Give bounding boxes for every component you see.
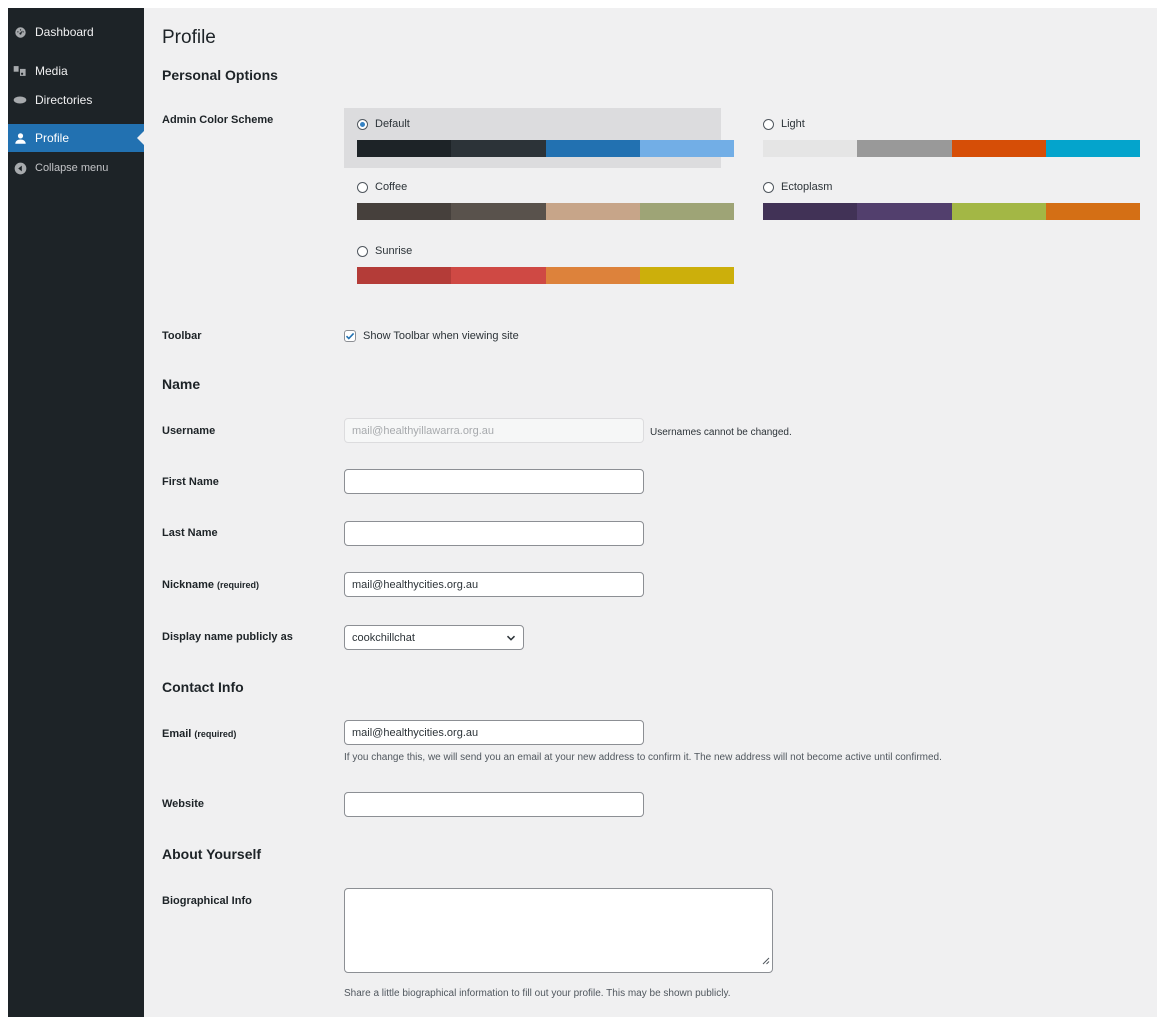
dashboard-icon bbox=[13, 25, 27, 39]
swatch bbox=[951, 140, 1046, 157]
color-swatches bbox=[357, 140, 734, 157]
swatch bbox=[357, 203, 452, 220]
email-note: If you change this, we will send you an … bbox=[344, 752, 942, 763]
username-note: Usernames cannot be changed. bbox=[650, 427, 792, 438]
collapse-menu-button[interactable]: Collapse menu bbox=[8, 154, 144, 182]
scheme-name: Coffee bbox=[375, 181, 408, 193]
scheme-name: Light bbox=[781, 118, 805, 130]
swatch bbox=[639, 267, 734, 284]
swatch bbox=[357, 267, 452, 284]
swatch bbox=[857, 140, 952, 157]
sidebar-item-label: Media bbox=[35, 64, 68, 78]
radio-button[interactable] bbox=[763, 118, 774, 130]
bio-label: Biographical Info bbox=[162, 895, 252, 907]
swatch bbox=[357, 140, 452, 157]
display-name-value: cookchillchat bbox=[352, 631, 415, 644]
resize-handle-icon[interactable] bbox=[762, 952, 770, 970]
color-scheme-sunrise[interactable]: Sunrise bbox=[344, 235, 734, 295]
username-input bbox=[344, 418, 644, 443]
scheme-name: Default bbox=[375, 118, 410, 130]
last-name-label: Last Name bbox=[162, 527, 218, 539]
swatch bbox=[1045, 203, 1140, 220]
color-scheme-label: Admin Color Scheme bbox=[162, 114, 274, 126]
swatch bbox=[857, 203, 952, 220]
collapse-icon bbox=[13, 161, 27, 175]
email-label: Email (required) bbox=[162, 728, 236, 740]
sidebar-item-media[interactable]: Media bbox=[8, 57, 144, 85]
section-heading-name: Name bbox=[162, 376, 201, 392]
email-label-text: Email bbox=[162, 728, 192, 740]
color-swatches bbox=[357, 267, 734, 284]
color-swatches bbox=[763, 140, 1140, 157]
admin-sidebar: Dashboard Media Directories Profile Coll… bbox=[8, 8, 144, 1017]
color-scheme-coffee[interactable]: Coffee bbox=[344, 171, 734, 231]
toolbar-option[interactable]: Show Toolbar when viewing site bbox=[344, 330, 519, 342]
display-name-select[interactable]: cookchillchat bbox=[344, 625, 524, 650]
nickname-input[interactable] bbox=[344, 572, 644, 597]
sidebar-item-label: Profile bbox=[35, 131, 70, 145]
nickname-label: Nickname (required) bbox=[162, 579, 259, 591]
profile-main: Profile Personal Options Admin Color Sch… bbox=[144, 8, 1157, 1017]
section-heading-about: About Yourself bbox=[162, 846, 262, 862]
color-scheme-default[interactable]: Default bbox=[344, 108, 734, 168]
scheme-name: Ectoplasm bbox=[781, 181, 833, 193]
color-swatches bbox=[357, 203, 734, 220]
section-heading-personal-options: Personal Options bbox=[162, 67, 278, 83]
swatch bbox=[951, 203, 1046, 220]
swatch bbox=[545, 267, 640, 284]
swatch bbox=[545, 140, 640, 157]
bio-textarea[interactable] bbox=[344, 888, 773, 973]
user-icon bbox=[13, 131, 27, 145]
radio-button[interactable] bbox=[357, 181, 368, 193]
sidebar-item-label: Dashboard bbox=[35, 25, 94, 39]
sidebar-item-label: Directories bbox=[35, 93, 93, 107]
required-marker: (required) bbox=[217, 580, 260, 590]
color-scheme-ectoplasm[interactable]: Ectoplasm bbox=[750, 171, 1140, 231]
admin-frame: Dashboard Media Directories Profile Coll… bbox=[8, 8, 1157, 1017]
swatch bbox=[451, 267, 546, 284]
swatch bbox=[639, 203, 734, 220]
color-scheme-light[interactable]: Light bbox=[750, 108, 1140, 168]
last-name-input[interactable] bbox=[344, 521, 644, 546]
website-input[interactable] bbox=[344, 792, 644, 817]
toolbar-label: Toolbar bbox=[162, 330, 202, 342]
radio-button[interactable] bbox=[357, 118, 368, 130]
swatch bbox=[451, 140, 546, 157]
sidebar-item-directories[interactable]: Directories bbox=[8, 86, 144, 114]
sidebar-item-profile[interactable]: Profile bbox=[8, 124, 144, 152]
chevron-down-icon bbox=[506, 633, 516, 646]
show-toolbar-checkbox[interactable] bbox=[344, 330, 356, 342]
username-label: Username bbox=[162, 425, 216, 437]
swatch bbox=[763, 140, 858, 157]
swatch bbox=[639, 140, 734, 157]
bio-note: Share a little biographical information … bbox=[344, 988, 731, 999]
website-label: Website bbox=[162, 798, 204, 810]
swatch bbox=[763, 203, 858, 220]
toolbar-option-label: Show Toolbar when viewing site bbox=[363, 330, 519, 342]
directories-icon bbox=[13, 93, 27, 107]
display-name-label: Display name publicly as bbox=[162, 631, 293, 643]
color-swatches bbox=[763, 203, 1140, 220]
swatch bbox=[1045, 140, 1140, 157]
page-title: Profile bbox=[162, 27, 216, 48]
first-name-label: First Name bbox=[162, 476, 219, 488]
required-marker: (required) bbox=[194, 729, 237, 739]
section-heading-contact: Contact Info bbox=[162, 679, 244, 695]
media-icon bbox=[13, 64, 27, 78]
email-input[interactable] bbox=[344, 720, 644, 745]
nickname-label-text: Nickname bbox=[162, 579, 214, 591]
sidebar-item-label: Collapse menu bbox=[35, 162, 109, 174]
checkmark-icon bbox=[345, 332, 355, 340]
sidebar-item-dashboard[interactable]: Dashboard bbox=[8, 18, 144, 46]
scheme-name: Sunrise bbox=[375, 245, 413, 257]
first-name-input[interactable] bbox=[344, 469, 644, 494]
swatch bbox=[545, 203, 640, 220]
radio-button[interactable] bbox=[357, 245, 368, 257]
swatch bbox=[451, 203, 546, 220]
radio-button[interactable] bbox=[763, 181, 774, 193]
